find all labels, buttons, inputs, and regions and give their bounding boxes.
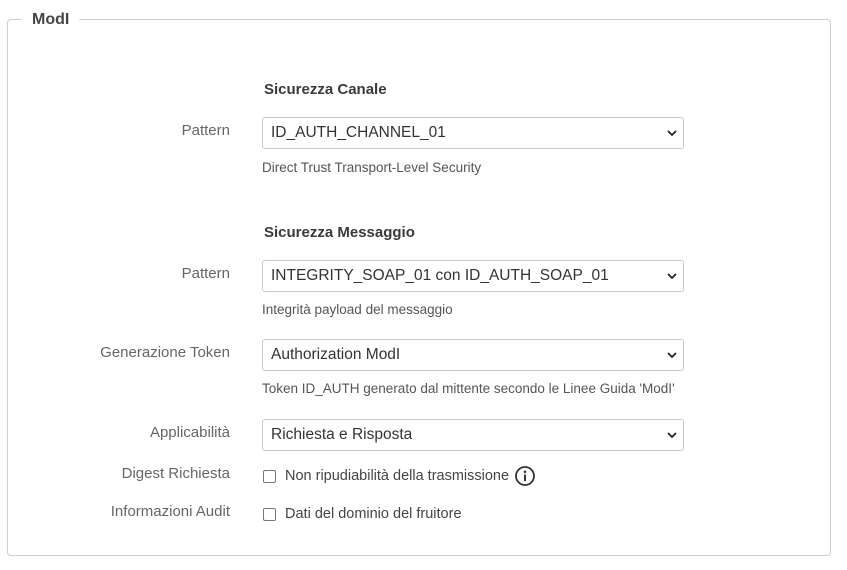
applicabilita-value: Richiesta e Risposta <box>271 426 413 443</box>
digest-richiesta-checkbox[interactable] <box>263 470 276 483</box>
generazione-token-hint: Token ID_AUTH generato dal mittente seco… <box>262 381 675 396</box>
messaggio-pattern-label: Pattern <box>181 265 230 282</box>
generazione-token-label: Generazione Token <box>100 344 230 361</box>
section-title-sicurezza-canale: Sicurezza Canale <box>264 81 387 98</box>
applicabilita-select[interactable]: Richiesta e Risposta <box>262 419 684 451</box>
messaggio-pattern-select[interactable]: INTEGRITY_SOAP_01 con ID_AUTH_SOAP_01 <box>262 260 684 292</box>
chevron-down-icon <box>667 130 677 137</box>
canale-pattern-select[interactable]: ID_AUTH_CHANNEL_01 <box>262 117 684 149</box>
informazioni-audit-label: Informazioni Audit <box>110 503 230 520</box>
generazione-token-select[interactable]: Authorization ModI <box>262 339 684 371</box>
digest-richiesta-checkbox-label[interactable]: Non ripudiabilità della trasmissione <box>285 466 509 486</box>
chevron-down-icon <box>667 432 677 439</box>
info-icon[interactable] <box>514 465 536 487</box>
canale-pattern-label: Pattern <box>181 122 230 139</box>
chevron-down-icon <box>667 352 677 359</box>
applicabilita-label: Applicabilità <box>149 424 230 441</box>
canale-pattern-value: ID_AUTH_CHANNEL_01 <box>271 124 446 141</box>
digest-richiesta-label: Digest Richiesta <box>121 465 230 482</box>
messaggio-pattern-hint: Integrità payload del messaggio <box>262 302 453 317</box>
section-title-sicurezza-messaggio: Sicurezza Messaggio <box>264 224 415 241</box>
informazioni-audit-checkbox[interactable] <box>263 508 276 521</box>
chevron-down-icon <box>667 273 677 280</box>
messaggio-pattern-value: INTEGRITY_SOAP_01 con ID_AUTH_SOAP_01 <box>271 267 609 284</box>
generazione-token-value: Authorization ModI <box>271 346 401 363</box>
fieldset-legend: ModI <box>22 10 80 30</box>
canale-pattern-hint: Direct Trust Transport-Level Security <box>262 160 482 175</box>
informazioni-audit-checkbox-label[interactable]: Dati del dominio del fruitore <box>285 504 462 524</box>
